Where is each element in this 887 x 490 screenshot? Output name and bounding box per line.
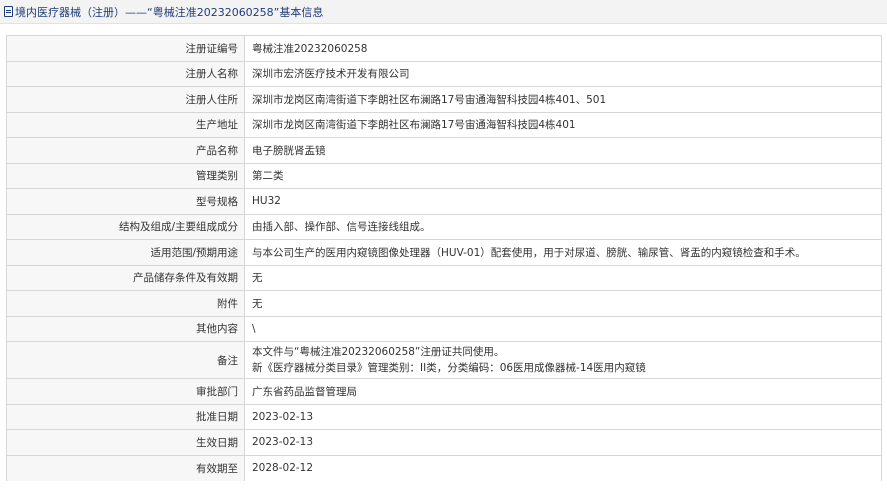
field-value: 深圳市龙岗区南湾街道下李朗社区布澜路17号宙通海智科技园4栋401 — [244, 111, 882, 138]
table-row: 注册人住所 深圳市龙岗区南湾街道下李朗社区布澜路17号宙通海智科技园4栋401、… — [6, 86, 882, 113]
table-row: 产品储存条件及有效期 无 — [6, 264, 882, 291]
table-row: 注册证编号 粤械注准20232060258 — [6, 35, 882, 62]
page-title: 境内医疗器械（注册）——“粤械注准20232060258”基本信息 — [15, 5, 324, 19]
table-row: 管理类别 第二类 — [6, 162, 882, 189]
table-row: 有效期至 2028-02-12 — [6, 454, 882, 481]
field-label: 附件 — [6, 290, 245, 317]
field-value: 2023-02-13 — [244, 403, 882, 430]
field-label: 注册人住所 — [6, 86, 245, 113]
field-value: 电子膀胱肾盂镜 — [244, 137, 882, 164]
field-value: 由插入部、操作部、信号连接线组成。 — [244, 213, 882, 240]
field-label: 结构及组成/主要组成成分 — [6, 213, 245, 240]
table-row: 审批部门 广东省药品监督管理局 — [6, 378, 882, 405]
field-label: 管理类别 — [6, 162, 245, 189]
field-value: 2028-02-12 — [244, 454, 882, 481]
field-label: 其他内容 — [6, 315, 245, 342]
field-label: 生产地址 — [6, 111, 245, 138]
table-row: 附件 无 — [6, 290, 882, 317]
table-row: 结构及组成/主要组成成分 由插入部、操作部、信号连接线组成。 — [6, 213, 882, 240]
field-value: 深圳市龙岗区南湾街道下李朗社区布澜路17号宙通海智科技园4栋401、501 — [244, 86, 882, 113]
field-value: 与本公司生产的医用内窥镜图像处理器（HUV-01）配套使用，用于对尿道、膀胱、输… — [244, 239, 882, 266]
table-row: 备注 本文件与“粤械注准20232060258”注册证共同使用。 新《医疗器械分… — [6, 341, 882, 379]
page-title-bar: 境内医疗器械（注册）——“粤械注准20232060258”基本信息 — [0, 0, 887, 24]
table-row: 型号规格 HU32 — [6, 188, 882, 215]
field-value: 深圳市宏济医疗技术开发有限公司 — [244, 60, 882, 87]
field-label: 审批部门 — [6, 378, 245, 405]
field-value: 广东省药品监督管理局 — [244, 378, 882, 405]
info-table: 注册证编号 粤械注准20232060258 注册人名称 深圳市宏济医疗技术开发有… — [6, 35, 882, 481]
field-value: 无 — [244, 290, 882, 317]
field-value: 第二类 — [244, 162, 882, 189]
field-label: 备注 — [6, 341, 245, 379]
field-label: 批准日期 — [6, 403, 245, 430]
field-value: \ — [244, 315, 882, 342]
table-row: 其他内容 \ — [6, 315, 882, 342]
remark-line: 本文件与“粤械注准20232060258”注册证共同使用。 — [252, 346, 505, 358]
field-label: 有效期至 — [6, 454, 245, 481]
field-label: 注册证编号 — [6, 35, 245, 62]
field-value: 无 — [244, 264, 882, 291]
field-label: 适用范围/预期用途 — [6, 239, 245, 266]
remark-line: 新《医疗器械分类目录》管理类别：II类，分类编码：06医用成像器械-14医用内窥… — [252, 362, 646, 374]
field-value-multiline: 本文件与“粤械注准20232060258”注册证共同使用。 新《医疗器械分类目录… — [244, 341, 882, 379]
field-label: 产品名称 — [6, 137, 245, 164]
field-value: HU32 — [244, 188, 882, 215]
field-label: 注册人名称 — [6, 60, 245, 87]
table-row: 批准日期 2023-02-13 — [6, 403, 882, 430]
table-row: 产品名称 电子膀胱肾盂镜 — [6, 137, 882, 164]
field-label: 生效日期 — [6, 429, 245, 456]
table-row: 注册人名称 深圳市宏济医疗技术开发有限公司 — [6, 60, 882, 87]
table-row: 适用范围/预期用途 与本公司生产的医用内窥镜图像处理器（HUV-01）配套使用，… — [6, 239, 882, 266]
field-label: 型号规格 — [6, 188, 245, 215]
document-icon — [4, 6, 13, 17]
table-row: 生效日期 2023-02-13 — [6, 429, 882, 456]
field-value: 粤械注准20232060258 — [244, 35, 882, 62]
table-row: 生产地址 深圳市龙岗区南湾街道下李朗社区布澜路17号宙通海智科技园4栋401 — [6, 111, 882, 138]
field-value: 2023-02-13 — [244, 429, 882, 456]
field-label: 产品储存条件及有效期 — [6, 264, 245, 291]
